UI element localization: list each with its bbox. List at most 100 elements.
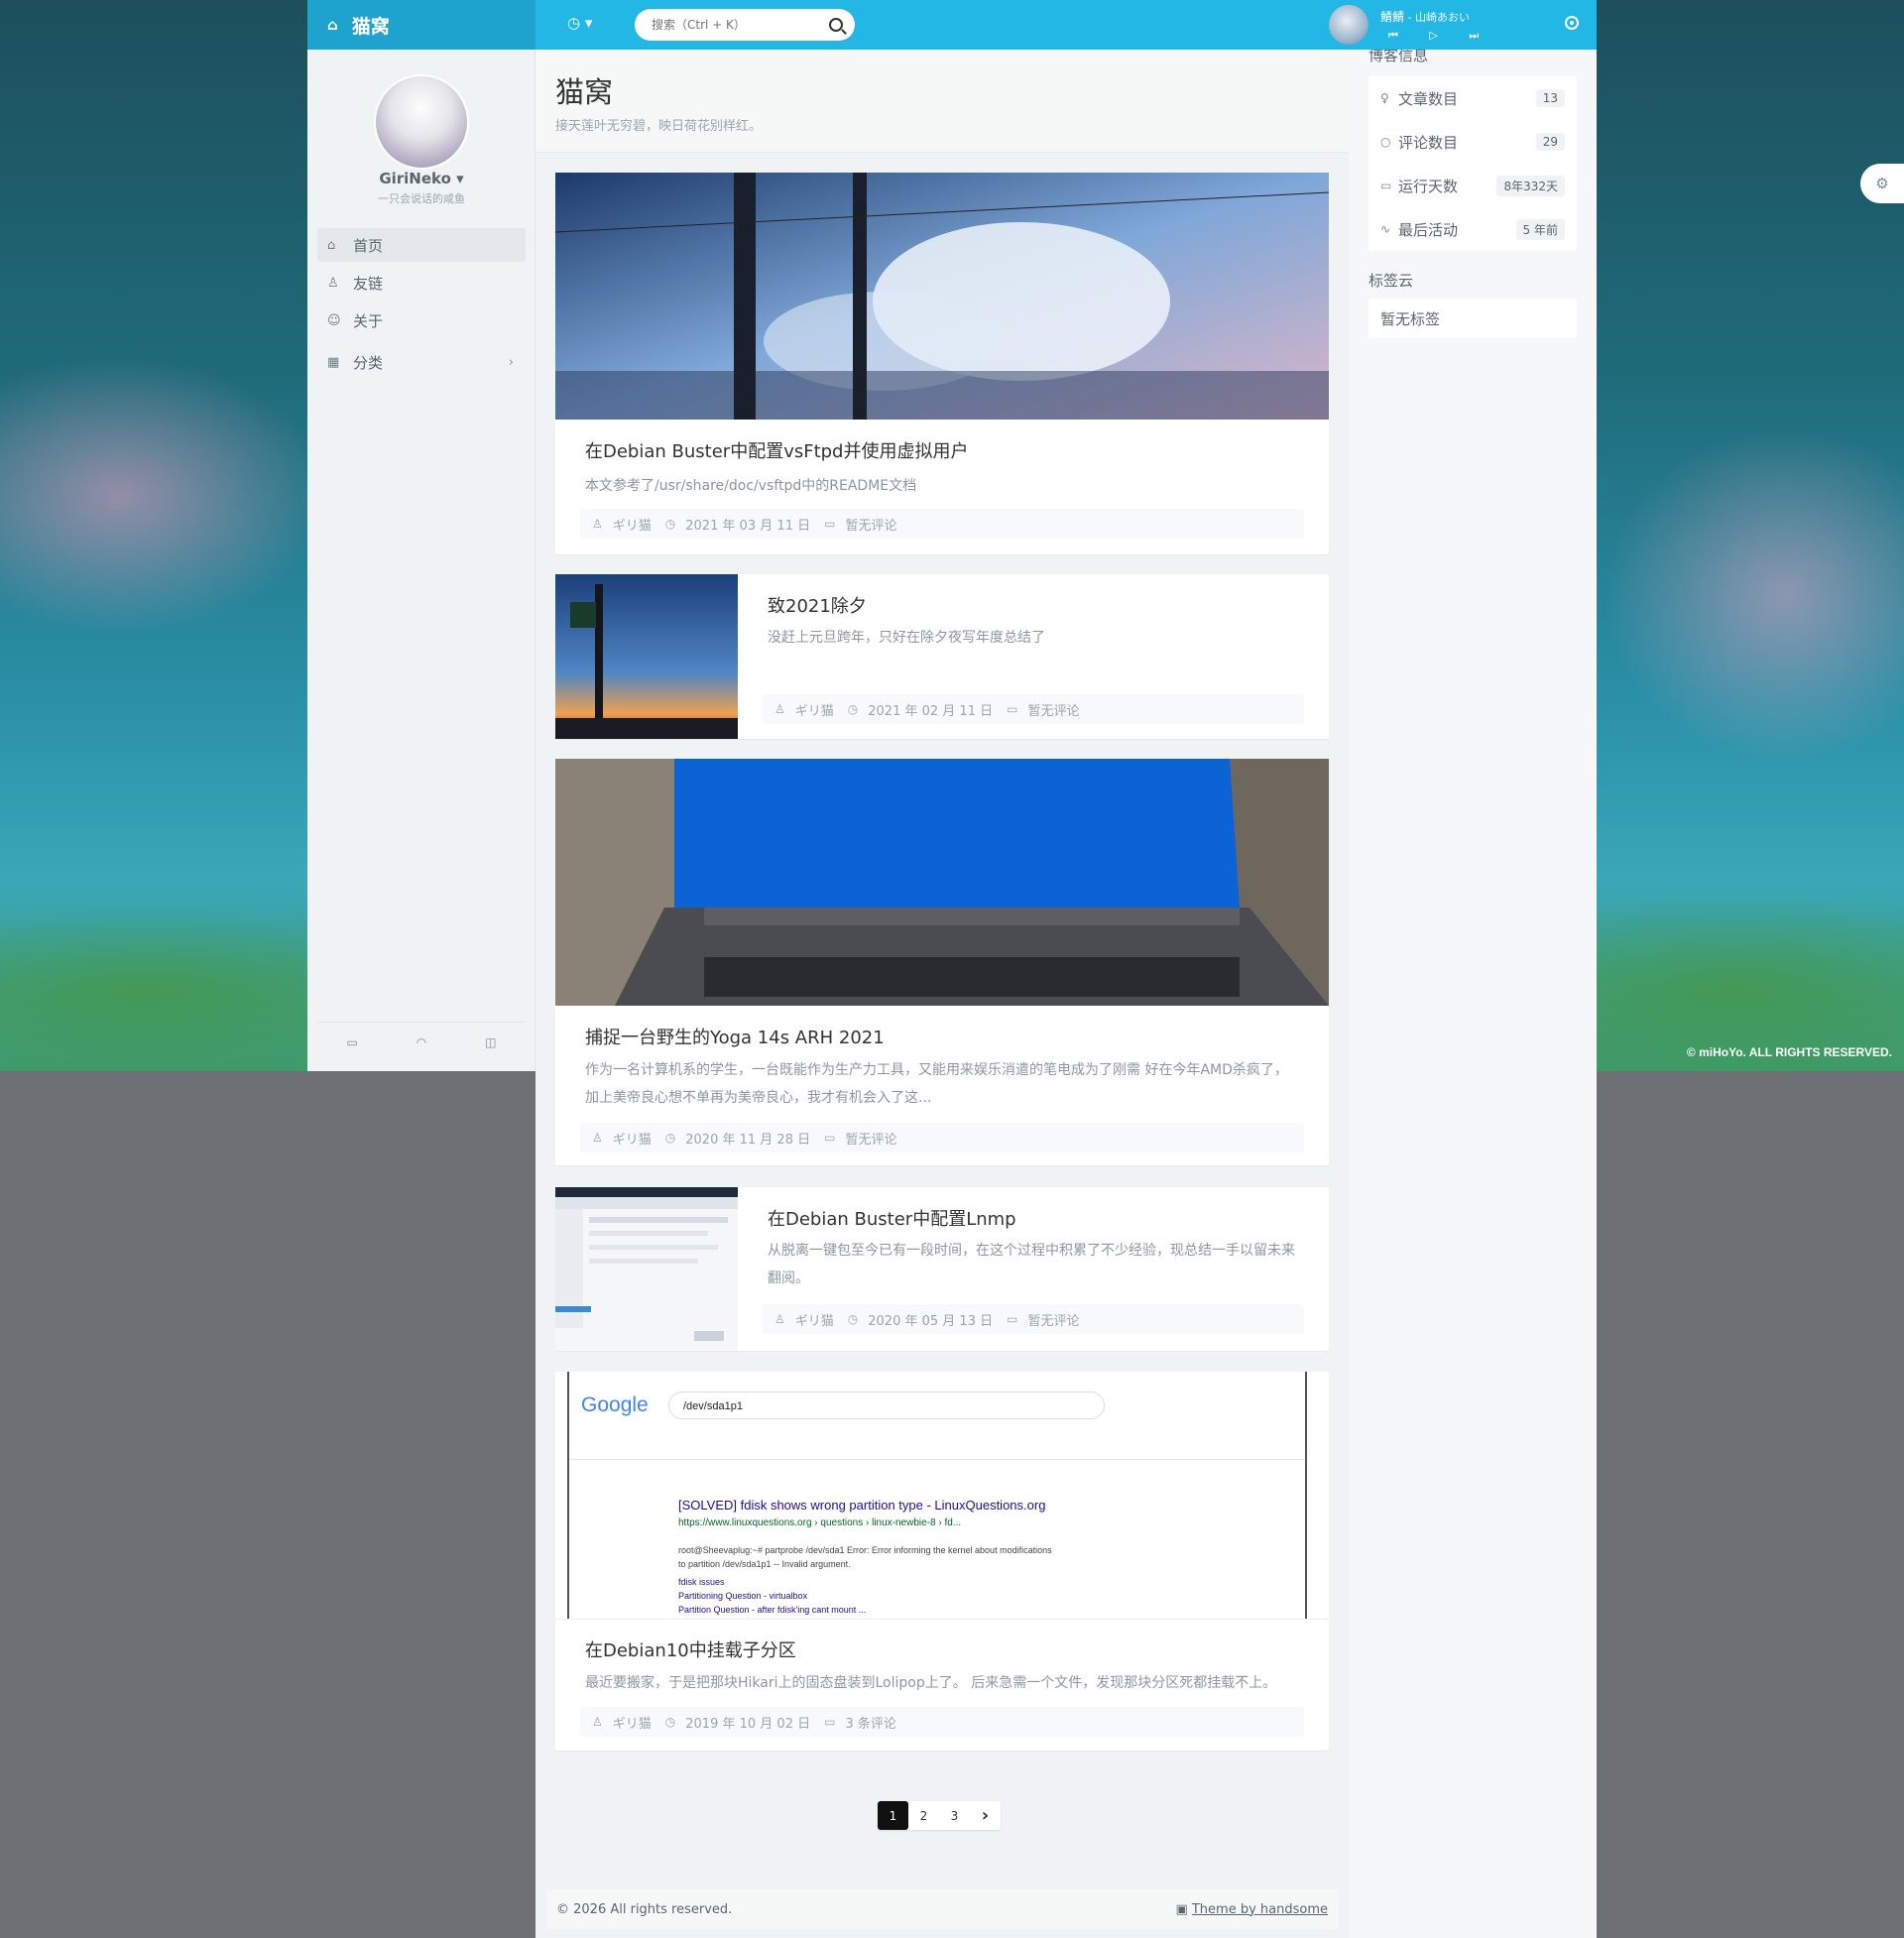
post-comments[interactable]: 暂无评论 [1027,700,1079,719]
comment-icon: ▭ [1007,702,1018,716]
main-content: 猫窝 接天莲叶无穷碧，映日荷花别样红。 在Debian Buster中配置vsF… [536,50,1349,1938]
comment-icon: ○ [1380,135,1391,149]
info-value: 8年332天 [1496,175,1565,196]
post-title[interactable]: 在Debian Buster中配置Lnmp [768,1205,1016,1231]
player-controls[interactable]: ⏮ ▷ ⏭ [1380,29,1492,43]
post-summary: 最近要搬家，于是把那块Hikari上的固态盘装到Lolipop上了。 后来急需一… [585,1675,1277,1691]
post-meta: ♙ ギリ猫 ◷ 2020 年 05 月 13 日 ▭ 暂无评论 [763,1304,1304,1334]
settings-icon[interactable] [1565,16,1579,30]
user-icon: ♙ [327,275,339,291]
info-value: 5 年前 [1515,218,1565,240]
profile-name[interactable]: GiriNeko ▾ [307,170,536,187]
post-author[interactable]: ギリ猫 [613,1129,652,1148]
tag-cloud-title: 标签云 [1368,272,1414,290]
author-icon: ♙ [592,1715,603,1729]
post-cover-image[interactable] [555,759,1329,1006]
post-meta: ♙ ギリ猫 ◷ 2021 年 02 月 11 日 ▭ 暂无评论 [763,694,1304,724]
post-author[interactable]: ギリ猫 [795,700,834,719]
post-thumbnail[interactable] [555,1187,738,1351]
author-icon: ♙ [774,702,785,716]
song-info: 鯖鯖 - 山崎あおい [1380,8,1492,25]
avatar[interactable] [374,74,469,170]
sidebar-nav: ⌂ 首页 ♙ 友链 ☺ 关于 ▦ 分类 › [317,228,526,383]
author-icon: ♙ [592,1131,603,1145]
post-comments[interactable]: 3 条评论 [845,1713,895,1732]
post-author[interactable]: ギリ猫 [613,515,652,534]
post-meta: ♙ ギリ猫 ◷ 2021 年 03 月 11 日 ▭ 暂无评论 [580,509,1304,539]
sidebar-footer: ▭ ◠ ◫ [317,1022,526,1062]
info-row-uptime: ▭ 运行天数 8年332天 [1368,164,1577,207]
page-1-button[interactable]: 1 [878,1801,908,1830]
post-date: 2019 年 10 月 02 日 [685,1716,811,1732]
post-author[interactable]: ギリ猫 [613,1713,652,1732]
page-footer: © 2026 All rights reserved. ▣ Theme by h… [546,1889,1338,1929]
post-title[interactable]: 在Debian10中挂载子分区 [585,1636,796,1662]
post-title[interactable]: 捕捉一台野生的Yoga 14s ARH 2021 [585,1024,885,1049]
post-thumbnail[interactable] [555,574,738,739]
album-cover[interactable] [1329,5,1368,45]
post-title[interactable]: 致2021除夕 [768,592,867,618]
clock-icon: ◷ [847,1312,859,1326]
right-sidebar: 博客信息 ♀ 文章数目 13 ○ 评论数目 29 ▭ 运行天数 8年332天 ∿ 最后活… [1349,47,1597,1938]
google-logo: Google [581,1393,649,1416]
post-author[interactable]: ギリ猫 [795,1310,834,1329]
clock-dropdown-button[interactable]: ◷ ▾ [567,14,592,32]
post-date: 2021 年 02 月 11 日 [868,703,994,719]
next-page-button[interactable]: › [970,1801,1001,1830]
home-icon: ⌂ [327,16,338,34]
sidebar-item-categories[interactable]: ▦ 分类 › [317,345,526,379]
post-comments[interactable]: 暂无评论 [845,515,896,534]
author-icon: ♙ [592,517,603,531]
post-comments[interactable]: 暂无评论 [1027,1310,1079,1329]
sidebar-item-links[interactable]: ♙ 友链 [317,266,526,300]
clock-icon: ◷ [664,1715,676,1729]
post-card: Google /dev/sda1p1 [SOLVED] fdisk shows … [555,1372,1329,1751]
comment-icon: ▭ [1007,1312,1018,1326]
post-title[interactable]: 在Debian Buster中配置vsFtpd并使用虚拟用户 [585,437,968,463]
search-box[interactable] [635,9,855,41]
activity-icon: ∿ [1380,222,1391,236]
home-icon: ⌂ [327,237,336,253]
brand-link[interactable]: ⌂ 猫窝 [307,0,536,50]
post-card: 在Debian Buster中配置Lnmp 从脱离一键包至今已有一段时间，在这个… [555,1187,1329,1351]
post-date: 2020 年 11 月 28 日 [685,1132,811,1148]
settings-gear-icon[interactable]: ⚙ [1860,164,1904,203]
post-summary: 从脱离一键包至今已有一段时间，在这个过程中积累了不少经验，现总结一手以留未来翻阅… [768,1243,1295,1286]
info-value: 13 [1535,89,1565,107]
rss-icon[interactable]: ◠ [416,1035,426,1049]
sidebar-item-label: 关于 [353,311,384,330]
theme-icon: ▣ [1175,1901,1192,1917]
footer-copyright: © 2026 All rights reserved. [556,1901,733,1917]
comment-icon: ▭ [824,1131,836,1145]
page-2-button[interactable]: 2 [908,1801,939,1830]
post-cover-image[interactable]: Google /dev/sda1p1 [SOLVED] fdisk shows … [555,1372,1329,1620]
page-subtitle: 接天莲叶无穷碧，映日荷花别样红。 [555,119,763,134]
post-summary: 本文参考了/usr/share/doc/vsftpd中的README文档 [585,478,917,494]
post-cover-image[interactable] [555,173,1329,420]
comment-icon: ▭ [824,1715,836,1729]
search-icon[interactable] [829,18,843,32]
info-label: 最后活动 [1398,220,1459,239]
comment-icon: ▭ [824,517,836,531]
post-comments[interactable]: 暂无评论 [845,1129,896,1148]
comment-icon[interactable]: ▭ [346,1035,357,1049]
brand-title: 猫窝 [351,15,390,38]
left-sidebar: GiriNeko ▾ 一只会说话的咸鱼 ⌂ 首页 ♙ 友链 ☺ 关于 ▦ 分类 … [307,50,536,1071]
message-icon[interactable]: ◫ [485,1035,496,1049]
info-label: 运行天数 [1398,177,1459,195]
tag-cloud-empty: 暂无标签 [1368,299,1577,338]
post-date: 2021 年 03 月 11 日 [685,518,811,534]
info-label: 评论数目 [1398,133,1459,152]
author-icon: ♙ [774,1312,785,1326]
page-3-button[interactable]: 3 [939,1801,970,1830]
post-date: 2020 年 05 月 13 日 [868,1313,994,1329]
music-player: 鯖鯖 - 山崎あおい ⏮ ▷ ⏭ [1329,5,1492,45]
sidebar-item-home[interactable]: ⌂ 首页 [317,228,526,262]
sidebar-item-label: 友链 [353,274,384,293]
search-input[interactable] [650,17,829,33]
sidebar-item-label: 首页 [353,236,384,255]
theme-link[interactable]: Theme by handsome [1192,1902,1328,1917]
sidebar-item-about[interactable]: ☺ 关于 [317,303,526,337]
google-search-box: /dev/sda1p1 [668,1392,1105,1419]
wallpaper-copyright: © miHoYo. ALL RIGHTS RESERVED. [1686,1045,1892,1059]
